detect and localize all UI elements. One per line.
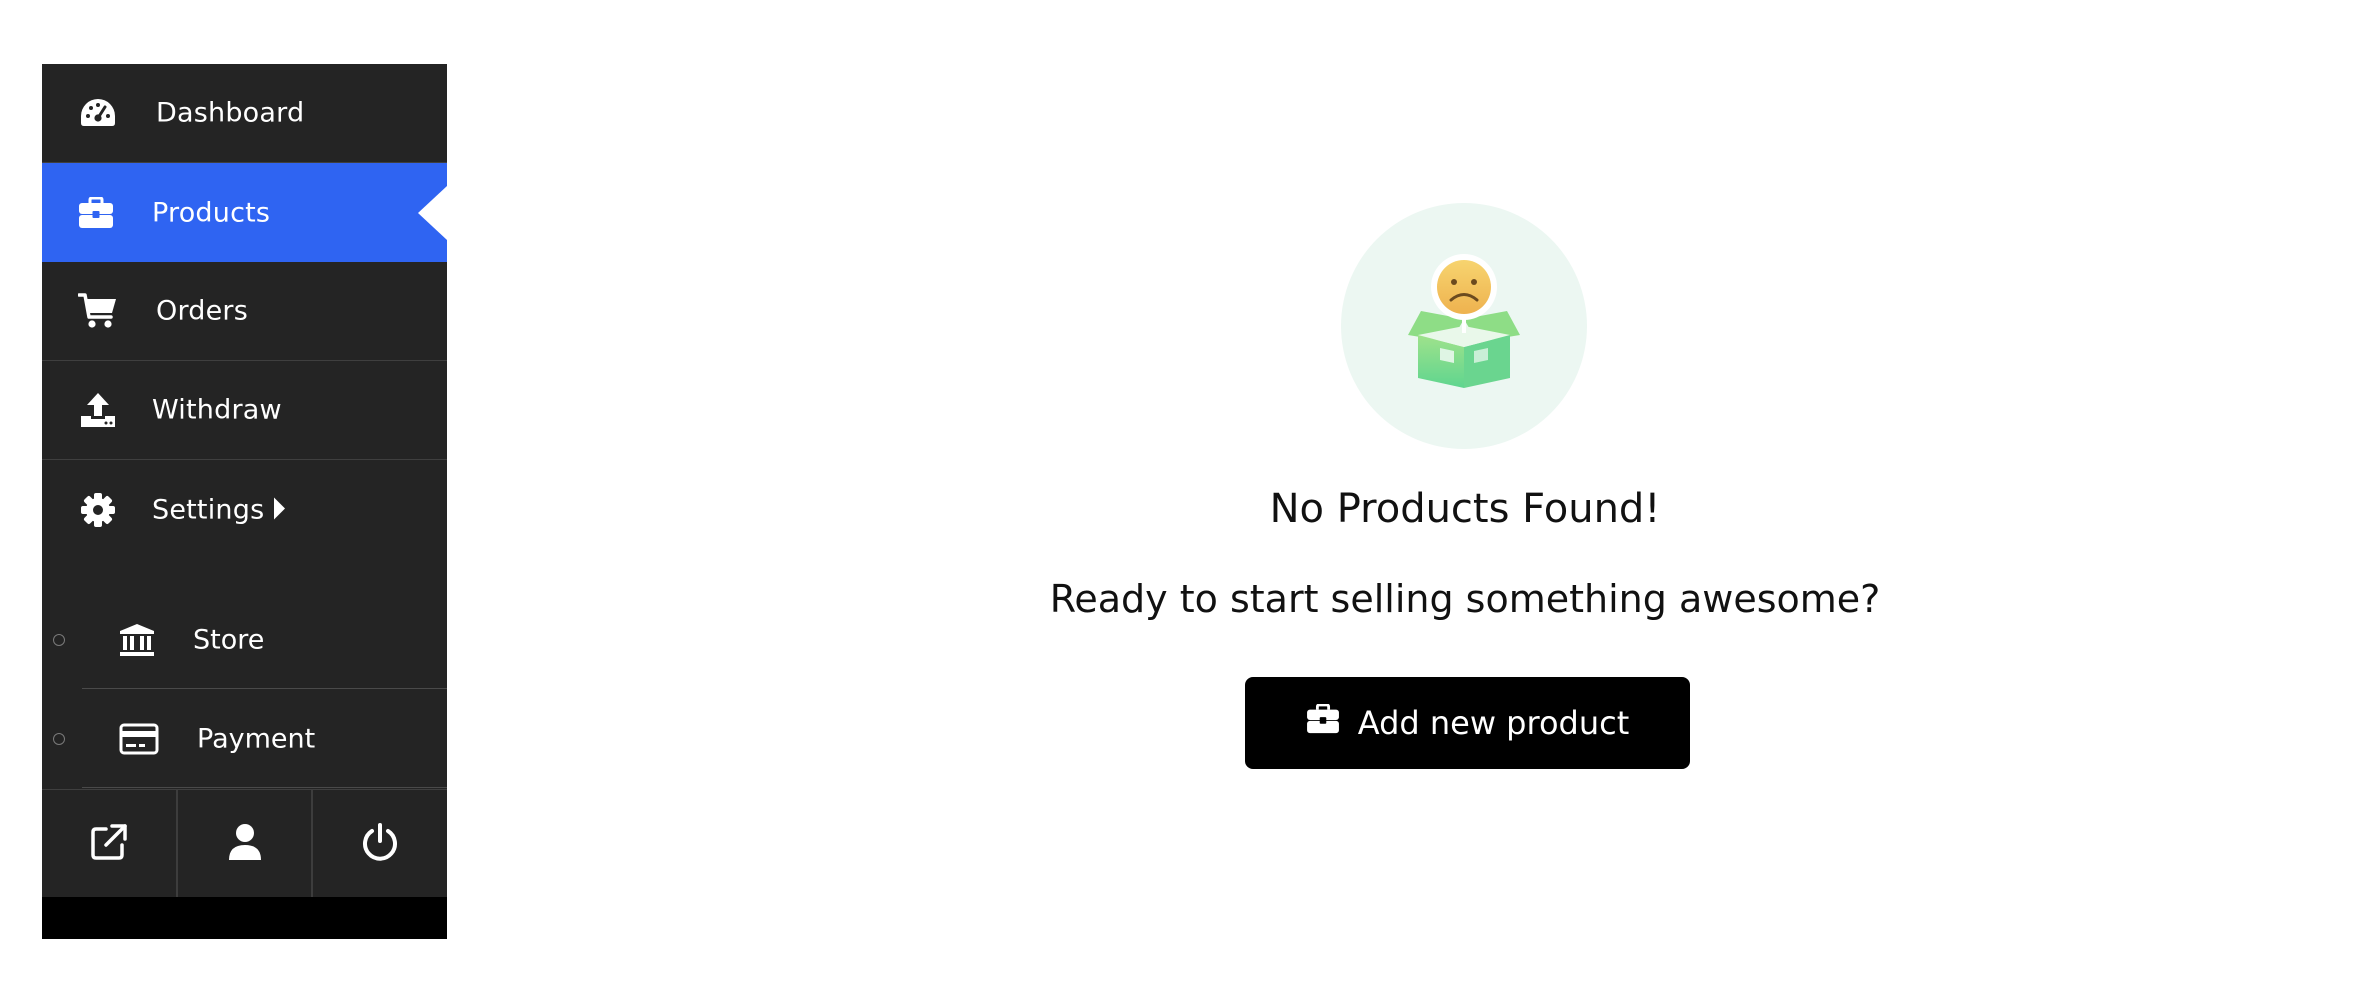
sidebar-footer [42,897,447,939]
gear-icon [78,490,118,530]
sidebar-item-products[interactable]: Products [42,163,447,262]
add-new-product-button[interactable]: Add new product [1245,677,1690,769]
shopping-cart-icon [78,291,118,331]
sidebar-subitem-label: Payment [197,723,316,754]
sidebar-item-label: Orders [156,295,248,327]
sidebar-subitem-payment[interactable]: Payment [42,689,447,788]
briefcase-icon [1306,703,1340,742]
settings-label: Settings [152,494,265,525]
empty-state-subtitle: Ready to start selling something awesome… [1049,577,1881,621]
active-indicator [418,185,447,240]
dashboard-gauge-icon [78,93,118,133]
bank-icon [115,620,159,660]
upload-icon [78,390,118,430]
submenu-bullet [53,732,65,745]
profile-button[interactable] [178,790,314,897]
divider [82,787,447,788]
sidebar-item-label: Settings [152,494,286,525]
sidebar-item-label: Withdraw [152,394,282,426]
sidebar-bottom-actions [42,789,447,897]
sidebar-item-orders[interactable]: Orders [42,262,447,361]
caret-right-icon [274,497,286,519]
logout-button[interactable] [313,790,447,897]
add-new-product-label: Add new product [1357,704,1630,742]
briefcase-icon [76,193,116,233]
external-link-icon [90,823,128,865]
sidebar-item-settings[interactable]: Settings [42,460,447,559]
sidebar-subitem-label: Store [193,624,265,655]
sidebar-item-dashboard[interactable]: Dashboard [42,64,447,163]
user-icon [228,823,262,865]
sidebar-subitem-store[interactable]: Store [42,590,447,689]
dashboard-sidebar: Dashboard Products Orders Withdraw Setti… [42,64,447,939]
credit-card-icon [117,719,161,759]
empty-state: No Products Found! Ready to start sellin… [1000,203,1930,769]
power-icon [361,822,399,865]
sad-empty-box-icon [1341,203,1587,449]
visit-store-button[interactable] [42,790,178,897]
empty-state-title: No Products Found! [1269,486,1661,532]
sidebar-item-withdraw[interactable]: Withdraw [42,361,447,460]
sidebar-item-label: Products [152,197,271,228]
sidebar-item-label: Dashboard [156,97,305,129]
submenu-bullet [53,633,65,646]
